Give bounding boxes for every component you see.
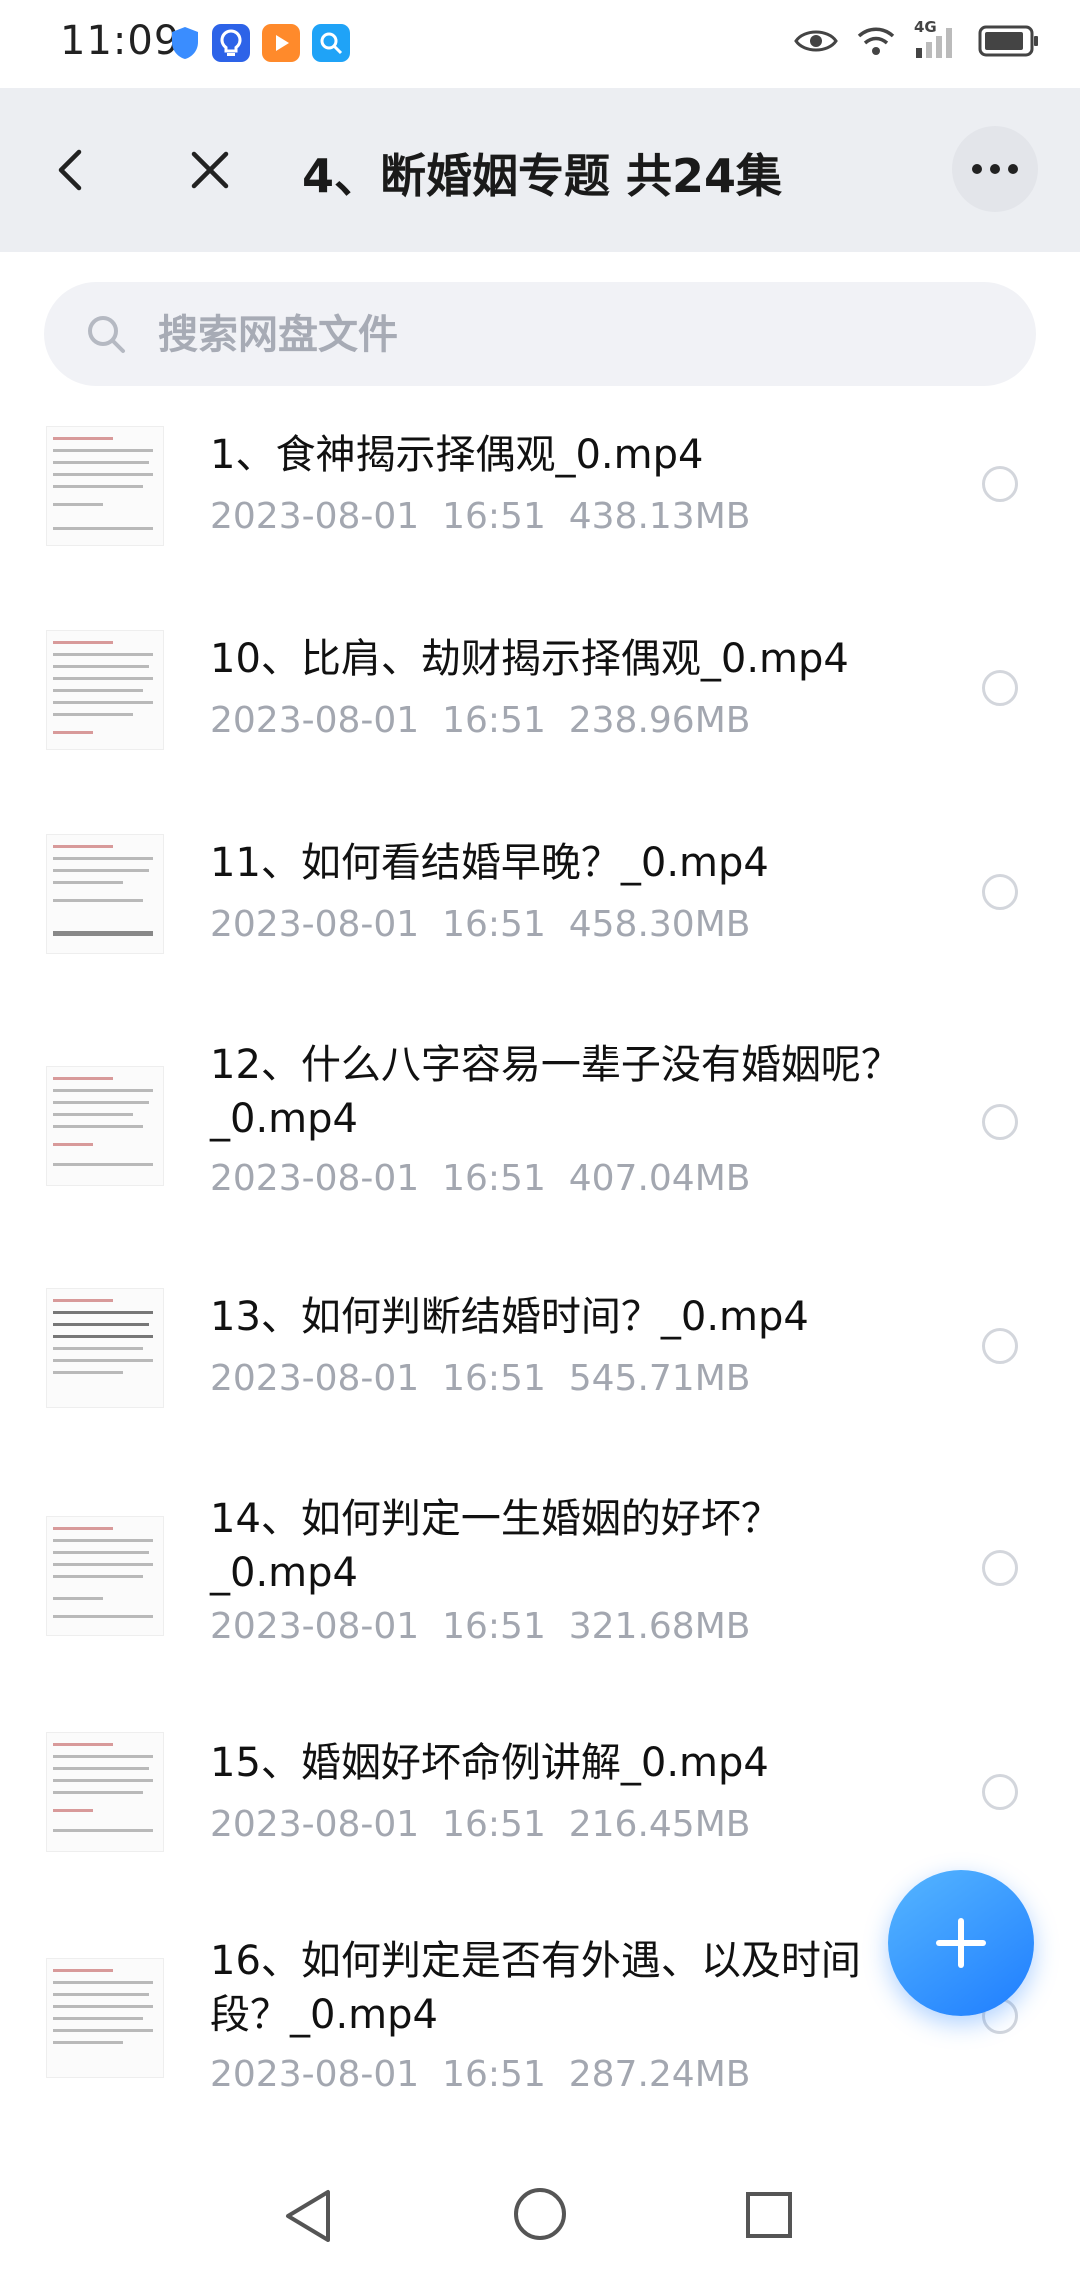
file-list-item[interactable]: 14、如何判定一生婚姻的好坏？_0.mp4 2023-08-01 16:51 3… bbox=[0, 1476, 1080, 1676]
shield-icon bbox=[172, 27, 198, 59]
file-thumbnail bbox=[46, 834, 164, 954]
file-name: 12、什么八字容易一辈子没有婚姻呢？_0.mp4 bbox=[210, 1042, 901, 1142]
select-radio[interactable] bbox=[982, 874, 1018, 910]
file-date: 2023-08-01 bbox=[210, 496, 420, 537]
file-thumbnail bbox=[46, 1066, 164, 1186]
add-button[interactable] bbox=[888, 1870, 1034, 2016]
file-name: 1、食神揭示择偶观_0.mp4 bbox=[210, 432, 704, 478]
file-date: 2023-08-01 bbox=[210, 2054, 420, 2095]
signal-icon: 4G bbox=[914, 18, 960, 60]
battery-icon bbox=[978, 25, 1038, 57]
more-options-button[interactable] bbox=[952, 126, 1038, 212]
select-radio[interactable] bbox=[982, 1104, 1018, 1140]
search-app-icon bbox=[312, 24, 350, 62]
page-title: 4、断婚姻专题 共24集 bbox=[302, 149, 783, 203]
search-icon bbox=[88, 316, 125, 353]
file-date: 2023-08-01 bbox=[210, 1358, 420, 1399]
file-date: 2023-08-01 bbox=[210, 1158, 420, 1199]
file-size: 216.45MB bbox=[568, 1804, 751, 1845]
status-system-icons: 4G bbox=[794, 18, 1040, 60]
file-time: 16:51 bbox=[442, 1358, 546, 1399]
file-time: 16:51 bbox=[442, 496, 546, 537]
select-radio[interactable] bbox=[982, 1550, 1018, 1586]
back-button[interactable] bbox=[40, 138, 100, 202]
file-name: 15、婚姻好坏命例讲解_0.mp4 bbox=[210, 1740, 769, 1786]
more-icon bbox=[972, 164, 1018, 174]
select-radio[interactable] bbox=[982, 670, 1018, 706]
file-meta: 2023-08-01 16:51 407.04MB bbox=[210, 1158, 750, 1199]
system-navigation-bar bbox=[0, 2150, 1080, 2280]
status-bar: 11:09 4G bbox=[0, 0, 1080, 88]
eye-icon bbox=[794, 30, 838, 52]
file-name: 10、比肩、劫财揭示择偶观_0.mp4 bbox=[210, 636, 849, 682]
search-input[interactable] bbox=[156, 282, 1000, 388]
file-name: 14、如何判定一生婚姻的好坏？_0.mp4 bbox=[210, 1496, 781, 1596]
file-time: 16:51 bbox=[442, 1606, 546, 1647]
file-list-item[interactable]: 11、如何看结婚早晚？_0.mp4 2023-08-01 16:51 458.3… bbox=[0, 818, 1080, 968]
file-time: 16:51 bbox=[442, 700, 546, 741]
nav-back-icon[interactable] bbox=[282, 2188, 334, 2244]
file-list-item[interactable]: 10、比肩、劫财揭示择偶观_0.mp4 2023-08-01 16:51 238… bbox=[0, 614, 1080, 764]
file-meta: 2023-08-01 16:51 458.30MB bbox=[210, 904, 750, 945]
file-time: 16:51 bbox=[442, 1158, 546, 1199]
file-meta: 2023-08-01 16:51 438.13MB bbox=[210, 496, 750, 537]
select-radio[interactable] bbox=[982, 466, 1018, 502]
file-thumbnail bbox=[46, 426, 164, 546]
file-thumbnail bbox=[46, 1516, 164, 1636]
back-arrow-icon bbox=[58, 149, 82, 191]
file-meta: 2023-08-01 16:51 321.68MB bbox=[210, 1606, 750, 1647]
file-thumbnail bbox=[46, 1958, 164, 2078]
play-icon bbox=[262, 24, 300, 62]
bulb-icon bbox=[212, 24, 250, 62]
file-meta: 2023-08-01 16:51 287.24MB bbox=[210, 2054, 750, 2095]
file-time: 16:51 bbox=[442, 2054, 546, 2095]
file-list-item[interactable]: 1、食神揭示择偶观_0.mp4 2023-08-01 16:51 438.13M… bbox=[0, 410, 1080, 560]
file-size: 458.30MB bbox=[568, 904, 751, 945]
file-size: 438.13MB bbox=[568, 496, 751, 537]
file-size: 545.71MB bbox=[568, 1358, 751, 1399]
status-time: 11:09 bbox=[60, 18, 181, 64]
file-size: 287.24MB bbox=[568, 2054, 751, 2095]
file-date: 2023-08-01 bbox=[210, 1804, 420, 1845]
file-thumbnail bbox=[46, 1288, 164, 1408]
file-name: 13、如何判断结婚时间？_0.mp4 bbox=[210, 1294, 809, 1340]
file-size: 407.04MB bbox=[568, 1158, 751, 1199]
plus-icon bbox=[936, 1918, 986, 1968]
nav-recents-icon[interactable] bbox=[744, 2190, 794, 2240]
select-radio[interactable] bbox=[982, 1774, 1018, 1810]
file-name: 16、如何判定是否有外遇、以及时间段？_0.mp4 bbox=[210, 1938, 861, 2038]
file-meta: 2023-08-01 16:51 216.45MB bbox=[210, 1804, 750, 1845]
select-radio[interactable] bbox=[982, 1328, 1018, 1364]
file-list-item[interactable]: 13、如何判断结婚时间？_0.mp4 2023-08-01 16:51 545.… bbox=[0, 1272, 1080, 1422]
search-bar[interactable] bbox=[44, 282, 1036, 388]
close-icon bbox=[191, 151, 229, 189]
file-size: 321.68MB bbox=[568, 1606, 751, 1647]
wifi-icon bbox=[857, 27, 895, 55]
file-thumbnail bbox=[46, 630, 164, 750]
file-time: 16:51 bbox=[442, 1804, 546, 1845]
file-thumbnail bbox=[46, 1732, 164, 1852]
file-date: 2023-08-01 bbox=[210, 700, 420, 741]
close-button[interactable] bbox=[178, 138, 242, 202]
file-name: 11、如何看结婚早晚？_0.mp4 bbox=[210, 840, 769, 886]
file-list-item[interactable]: 15、婚姻好坏命例讲解_0.mp4 2023-08-01 16:51 216.4… bbox=[0, 1718, 1080, 1868]
file-date: 2023-08-01 bbox=[210, 1606, 420, 1647]
file-date: 2023-08-01 bbox=[210, 904, 420, 945]
top-app-bar: 4、断婚姻专题 共24集 bbox=[0, 88, 1080, 252]
status-notification-icons bbox=[170, 24, 350, 62]
nav-home-icon[interactable] bbox=[512, 2186, 568, 2242]
file-meta: 2023-08-01 16:51 238.96MB bbox=[210, 700, 750, 741]
file-meta: 2023-08-01 16:51 545.71MB bbox=[210, 1358, 750, 1399]
file-list-item[interactable]: 12、什么八字容易一辈子没有婚姻呢？_0.mp4 2023-08-01 16:5… bbox=[0, 1022, 1080, 1222]
file-size: 238.96MB bbox=[568, 700, 751, 741]
file-time: 16:51 bbox=[442, 904, 546, 945]
